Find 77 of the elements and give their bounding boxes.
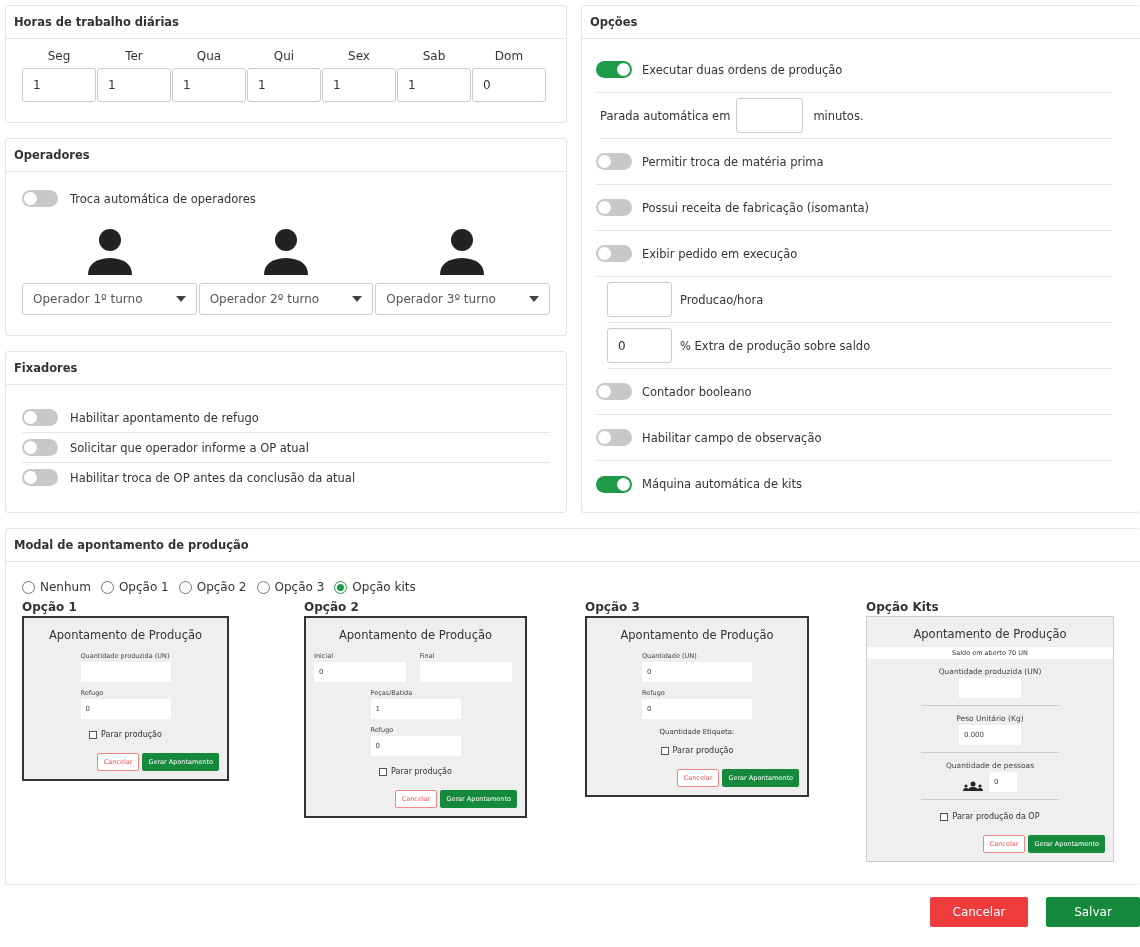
- modal-title: Apontamento de Produção: [620, 628, 774, 642]
- field-label: Parada automática em: [600, 108, 731, 123]
- save-button[interactable]: Salvar: [1046, 897, 1140, 927]
- hours-input[interactable]: 1: [97, 68, 171, 102]
- day-label: Ter: [124, 49, 144, 63]
- day-label: Qua: [195, 49, 223, 63]
- field-label: % Extra de produção sobre saldo: [680, 338, 871, 353]
- toggle-label: Troca automática de operadores: [70, 191, 256, 206]
- caret-icon: [352, 296, 363, 302]
- modal-title: Apontamento de Produção: [338, 628, 493, 642]
- person-icon: [263, 229, 309, 275]
- radio-option[interactable]: Opção 3: [256, 580, 325, 594]
- modal-title: Apontamento de Produção: [913, 627, 1067, 641]
- card-title: Operadores: [6, 139, 566, 172]
- checkbox-label: Parar produção da OP: [952, 812, 1040, 821]
- toggle-label: Exibir pedido em execução: [642, 246, 798, 261]
- radio-option[interactable]: Opção kits: [334, 580, 416, 594]
- toggle-label: Habilitar apontamento de refugo: [70, 410, 259, 425]
- caret-icon: [175, 296, 186, 302]
- number-input[interactable]: 0: [607, 328, 672, 363]
- person-icon: [87, 229, 133, 275]
- card-title: Fixadores: [6, 352, 566, 385]
- toggle-label: Solicitar que operador informe a OP atual: [70, 440, 309, 455]
- card-title: Opções: [582, 6, 1140, 39]
- toggle-label: Habilitar campo de observação: [642, 430, 822, 445]
- field-label: minutos.: [813, 108, 864, 123]
- card-title: Horas de trabalho diárias: [6, 6, 566, 39]
- person-icon: [439, 229, 485, 275]
- checkbox-label: Parar produção: [101, 730, 162, 739]
- radio-option[interactable]: Opção 1: [100, 580, 169, 594]
- day-label: Dom: [493, 49, 525, 63]
- toggle-label: Possui receita de fabricação (isomanta): [642, 200, 870, 215]
- card-title: Modal de apontamento de produção: [6, 529, 1140, 562]
- toggle-label: Contador booleano: [642, 384, 752, 399]
- operator-select[interactable]: Operador 1º turno: [22, 283, 197, 315]
- checkbox-label: Parar produção: [672, 746, 734, 755]
- radio-option[interactable]: Nenhum: [22, 580, 91, 594]
- number-input[interactable]: [607, 282, 672, 317]
- toggle-switch[interactable]: [596, 475, 632, 493]
- operator-select[interactable]: Operador 2º turno: [198, 283, 374, 315]
- toggle-switch[interactable]: [22, 190, 58, 207]
- toggle-switch[interactable]: [596, 245, 632, 262]
- preview-caption: Opção Kits: [866, 600, 940, 614]
- toggle-label: Máquina automática de kits: [642, 477, 802, 491]
- toggle-label: Executar duas ordens de produção: [642, 62, 843, 77]
- day-label: Sex: [347, 49, 371, 63]
- field-label: Producao/hora: [680, 292, 764, 307]
- minutes-input[interactable]: [736, 98, 804, 133]
- hours-input[interactable]: 1: [22, 68, 96, 102]
- toggle-switch[interactable]: [596, 383, 632, 400]
- toggle-switch[interactable]: [22, 439, 58, 456]
- hours-input[interactable]: 1: [397, 68, 471, 102]
- people-icon: [963, 780, 983, 791]
- hours-input[interactable]: 0: [472, 68, 546, 102]
- day-label: Sab: [421, 49, 447, 63]
- radio-option[interactable]: Opção 2: [178, 580, 247, 594]
- toggle-label: Habilitar troca de OP antes da conclusão da atual: [70, 470, 356, 485]
- day-label: Seg: [46, 49, 72, 63]
- hours-input[interactable]: 1: [247, 68, 321, 102]
- preview-caption: Opção 2: [304, 600, 360, 614]
- toggle-switch[interactable]: [596, 153, 632, 170]
- modal-title: Apontamento de Produção: [48, 628, 203, 642]
- toggle-label: Permitir troca de matéria prima: [642, 154, 824, 169]
- day-label: Qui: [272, 49, 296, 63]
- toggle-switch[interactable]: [22, 409, 58, 426]
- caret-icon: [529, 296, 539, 302]
- preview-caption: Opção 3: [585, 600, 641, 614]
- toggle-switch[interactable]: [596, 429, 632, 446]
- toggle-switch[interactable]: [596, 199, 632, 216]
- cancel-button[interactable]: Cancelar: [930, 897, 1028, 927]
- checkbox-label: Parar produção: [391, 767, 452, 776]
- toggle-switch[interactable]: [596, 61, 632, 78]
- hours-input[interactable]: 1: [172, 68, 246, 102]
- hours-input[interactable]: 1: [322, 68, 396, 102]
- operator-select[interactable]: Operador 3º turno: [375, 283, 550, 315]
- preview-caption: Opção 1: [22, 600, 78, 614]
- toggle-switch[interactable]: [22, 469, 58, 486]
